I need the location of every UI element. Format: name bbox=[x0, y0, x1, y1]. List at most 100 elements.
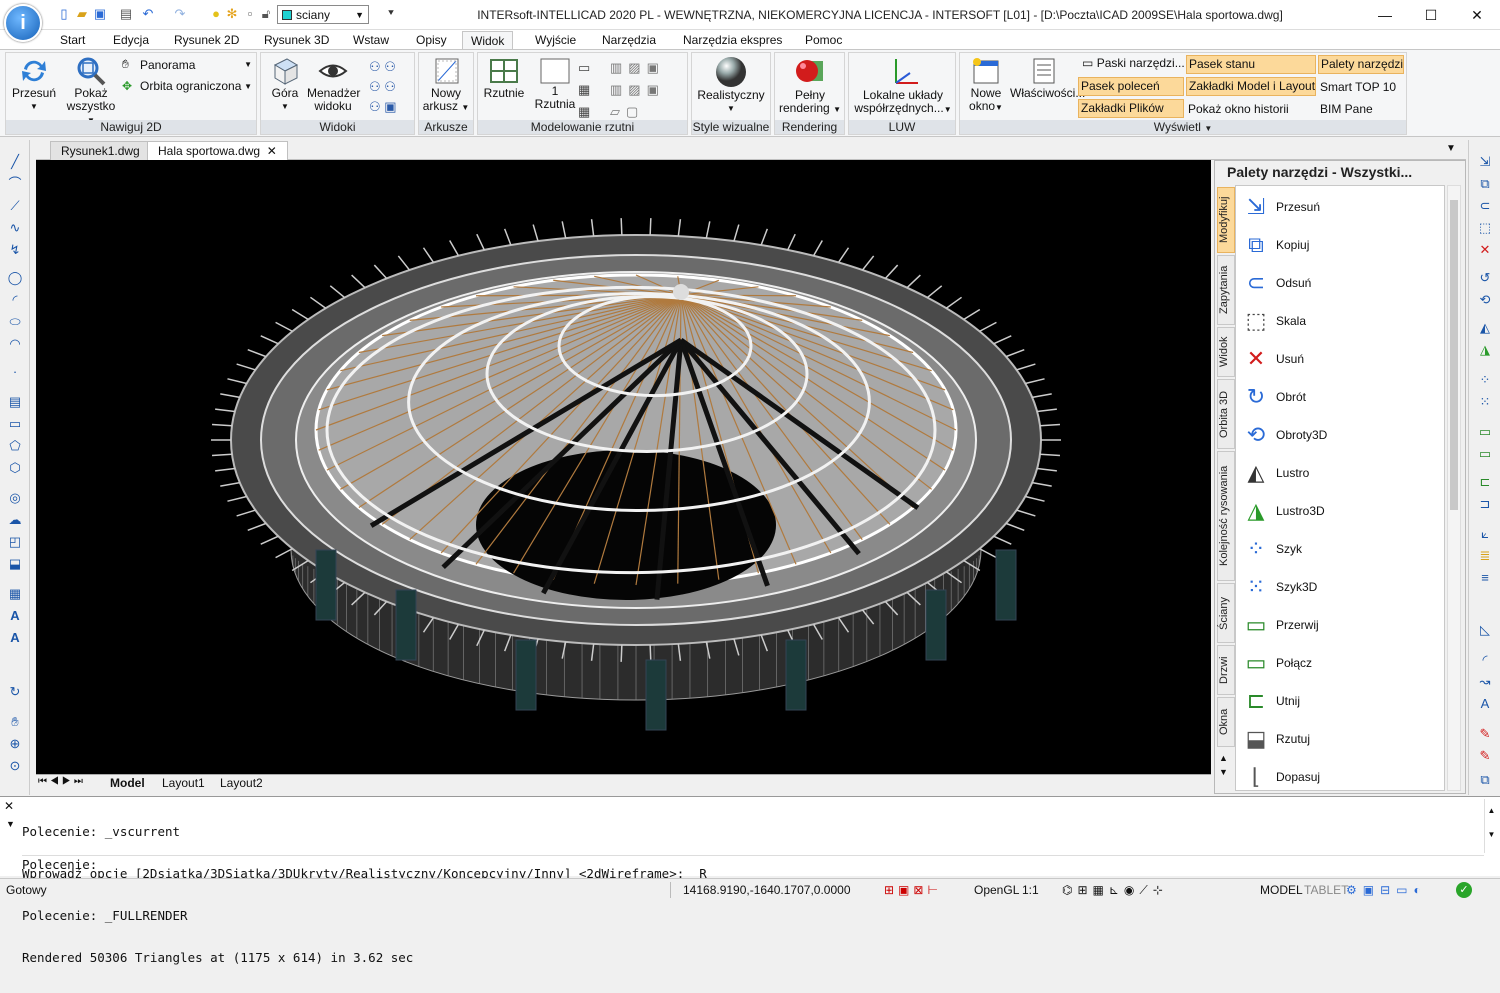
nowy-arkusz-button[interactable]: Nowy arkusz ▼ bbox=[421, 55, 471, 114]
tab-widok[interactable]: Widok bbox=[462, 31, 514, 50]
zakladki-plikow-toggle[interactable]: Zakładki Plików bbox=[1078, 99, 1184, 118]
snap-grid-icons[interactable]: ⊞▣⊠⊢ bbox=[884, 882, 942, 898]
pasek-polecen-toggle[interactable]: Pasek poleceń bbox=[1078, 77, 1184, 96]
vp-lock-icon[interactable]: ▱▢ bbox=[610, 104, 644, 119]
ptab-widok[interactable]: Widok bbox=[1217, 327, 1235, 377]
layer-lock-icon[interactable]: ▫ bbox=[242, 6, 258, 22]
close-button[interactable]: ✕ bbox=[1454, 0, 1500, 30]
palette-tool-9[interactable]: ⁘ Szyk bbox=[1240, 530, 1440, 568]
realistyczny-button[interactable]: Realistyczny ▼ bbox=[694, 55, 768, 115]
palette-tool-4[interactable]: ✕ Usuń bbox=[1240, 340, 1440, 378]
ptab-modyfikuj[interactable]: Modyfikuj bbox=[1217, 187, 1235, 253]
arc-icon[interactable]: ◜ bbox=[6, 292, 24, 308]
vp-poly-icon[interactable]: ▦ bbox=[578, 82, 590, 97]
minimize-button[interactable]: — bbox=[1362, 0, 1408, 30]
lengthen-icon[interactable]: ≣ bbox=[1476, 548, 1494, 564]
array3d-icon[interactable]: ⁙ bbox=[1476, 394, 1494, 410]
status-tray-icons[interactable]: ⚙▣⊟▭◐ bbox=[1346, 882, 1427, 898]
palette-scrollbar[interactable] bbox=[1447, 185, 1461, 791]
tab-rysunek-2d[interactable]: Rysunek 2D bbox=[166, 31, 247, 50]
tab-narzedzia-ekspres[interactable]: Narzędzia ekspres bbox=[675, 31, 790, 50]
zoom-window-icon[interactable]: ⊙ bbox=[6, 758, 24, 774]
lokalne-uklady-button[interactable]: Lokalne układy współrzędnych...▼ bbox=[851, 55, 955, 116]
pelny-rendering-button[interactable]: Pełny rendering ▼ bbox=[777, 55, 843, 116]
line-icon[interactable]: ╱ bbox=[6, 154, 24, 170]
donut-icon[interactable]: ◎ bbox=[6, 490, 24, 506]
scale-label[interactable]: 1:1 bbox=[1022, 882, 1039, 898]
tab-pomoc[interactable]: Pomoc bbox=[797, 31, 850, 50]
explode-icon[interactable]: ✎ bbox=[1476, 726, 1494, 742]
pan-hand-icon[interactable]: ✋︎ bbox=[6, 714, 24, 730]
tab-wstaw[interactable]: Wstaw bbox=[345, 31, 397, 50]
draft-icons[interactable]: ⌬⊞▦⊾◉⟋⊹ bbox=[1062, 882, 1168, 898]
copy-icon[interactable]: ⧉ bbox=[1476, 176, 1494, 192]
rzutnie-button[interactable]: Rzutnie bbox=[480, 55, 528, 100]
app-menu-button[interactable]: i bbox=[4, 4, 42, 42]
ptab-okna[interactable]: Okna bbox=[1217, 697, 1235, 747]
spline-icon[interactable]: ∿ bbox=[6, 220, 24, 236]
redraw-icon[interactable]: ↻ bbox=[6, 684, 24, 700]
ray-icon[interactable]: ⟋ bbox=[6, 198, 24, 214]
polygon-icon[interactable]: ⬠ bbox=[6, 438, 24, 454]
vp-clip-icon[interactable]: ▥▨▣ bbox=[610, 60, 665, 75]
attedit-icon[interactable]: A bbox=[1476, 696, 1494, 712]
palette-tool-8[interactable]: ◮ Lustro3D bbox=[1240, 492, 1440, 530]
palette-tool-1[interactable]: ⧉ Kopiuj bbox=[1240, 226, 1440, 264]
region-icon[interactable]: ⬡ bbox=[6, 460, 24, 476]
layer-select[interactable]: sciany ▼ bbox=[277, 5, 369, 24]
palette-tool-5[interactable]: ↻ Obrót bbox=[1240, 378, 1440, 416]
array-icon[interactable]: ⁘ bbox=[1476, 372, 1494, 388]
pasek-stanu-toggle[interactable]: Pasek stanu bbox=[1186, 55, 1316, 74]
redo-icon[interactable]: ↷ bbox=[172, 6, 188, 22]
point-icon[interactable]: · bbox=[6, 364, 24, 380]
scale-icon[interactable]: ⬚ bbox=[1476, 220, 1494, 236]
offset-icon[interactable]: ⊂ bbox=[1476, 198, 1494, 214]
tab-opisy[interactable]: Opisy bbox=[408, 31, 455, 50]
check-icon[interactable]: ✓ bbox=[1456, 882, 1472, 898]
gora-button[interactable]: Góra ▼ bbox=[263, 55, 307, 113]
layout-nav-arrows[interactable]: ⏮◀▶⏭ bbox=[38, 776, 86, 787]
extend-icon[interactable]: ⊐ bbox=[1476, 496, 1494, 512]
tab-edycja[interactable]: Edycja bbox=[105, 31, 157, 50]
properties-match-icon[interactable]: ⧉ bbox=[1476, 772, 1494, 788]
mirror-icon[interactable]: ◭ bbox=[1476, 320, 1494, 336]
move-icon[interactable]: ⇲ bbox=[1476, 154, 1494, 170]
zoom-icon[interactable]: ⊕ bbox=[6, 736, 24, 752]
wipeout-icon[interactable]: ◰ bbox=[6, 534, 24, 550]
save-icon[interactable]: ▣ bbox=[92, 6, 108, 22]
ptab-scroll-arrows[interactable]: ▲ ▼ bbox=[1219, 751, 1228, 779]
doc-tab-rysunek1[interactable]: Rysunek1.dwg bbox=[50, 141, 151, 160]
palette-tool-10[interactable]: ⁙ Szyk3D bbox=[1240, 568, 1440, 606]
palette-tool-14[interactable]: ⬓ Rzutuj bbox=[1240, 720, 1440, 758]
mirror3d-icon[interactable]: ◮ bbox=[1476, 342, 1494, 358]
opengl-label[interactable]: OpenGL bbox=[974, 882, 1019, 898]
hatch-icon[interactable]: ▤ bbox=[6, 394, 24, 410]
menadzer-widoku-button[interactable]: Menadżer widoku bbox=[307, 55, 360, 113]
drawing-viewport[interactable] bbox=[36, 160, 1211, 774]
table-icon[interactable]: ▦ bbox=[6, 586, 24, 602]
cmd-history-icon[interactable]: ▼ bbox=[6, 819, 15, 829]
maximize-button[interactable]: ☐ bbox=[1408, 0, 1454, 30]
tab-rysunek-3d[interactable]: Rysunek 3D bbox=[256, 31, 337, 50]
ptab-sciany[interactable]: Ściany bbox=[1217, 583, 1235, 643]
revcloud-icon[interactable]: ☁︎ bbox=[6, 512, 24, 528]
freehand-icon[interactable]: ↯ bbox=[6, 242, 24, 258]
model-toggle[interactable]: MODEL bbox=[1260, 882, 1303, 898]
palette-tool-3[interactable]: ⬚ Skala bbox=[1240, 302, 1440, 340]
rotate3d-icon[interactable]: ⟲ bbox=[1476, 292, 1494, 308]
view-snapshot-icon[interactable]: ▣ bbox=[384, 99, 396, 114]
fillet-icon[interactable]: ◜ bbox=[1476, 652, 1494, 668]
vp-rect-icon[interactable]: ▭ bbox=[578, 60, 590, 75]
ellipse-icon[interactable]: ⬭ bbox=[6, 314, 24, 330]
command-input[interactable]: Polecenie: bbox=[22, 855, 1484, 873]
layout-tab-layout2[interactable]: Layout2 bbox=[220, 776, 263, 790]
zakladki-model-toggle[interactable]: Zakładki Model i Layout bbox=[1186, 77, 1316, 96]
text-icon[interactable]: A bbox=[6, 630, 24, 646]
circle-icon[interactable]: ◯ bbox=[6, 270, 24, 286]
pokaz-historii-toggle[interactable]: Pokaż okno historii bbox=[1188, 101, 1318, 120]
edit-length-icon[interactable]: ≡ bbox=[1476, 570, 1494, 586]
bim-pane-toggle[interactable]: BIM Pane bbox=[1320, 101, 1406, 120]
przesun-button[interactable]: Przesuń ▼ bbox=[8, 55, 60, 113]
open-file-icon[interactable]: ▰ bbox=[74, 6, 90, 22]
print-icon[interactable]: ▤ bbox=[118, 6, 134, 22]
